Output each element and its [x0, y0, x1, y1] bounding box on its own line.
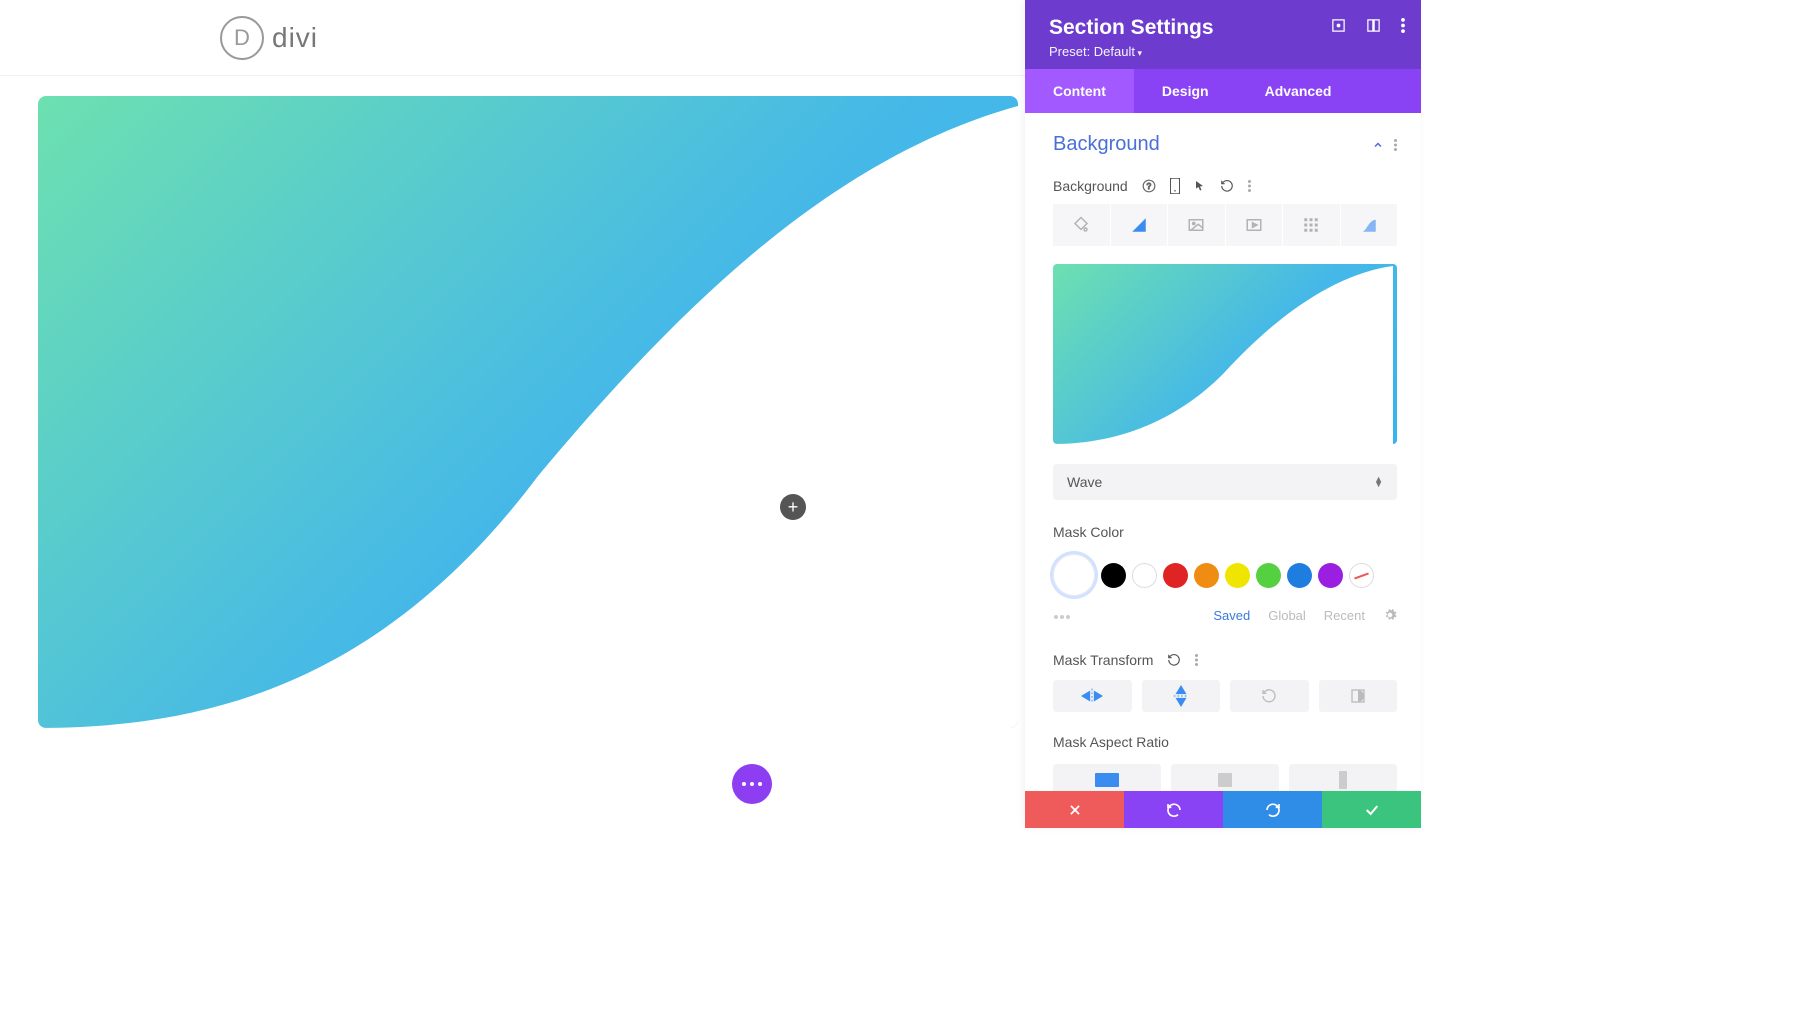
section-preview[interactable]: + [38, 96, 1018, 728]
logo-mark: D [220, 16, 264, 60]
undo-button[interactable] [1124, 791, 1223, 828]
invert-button[interactable] [1319, 680, 1398, 712]
accordion-background[interactable]: Background [1053, 133, 1397, 156]
swatch-blue[interactable] [1287, 563, 1312, 588]
page-actions-button[interactable] [732, 764, 772, 804]
cancel-button[interactable] [1025, 791, 1124, 828]
snap-icon[interactable] [1366, 18, 1381, 33]
chevron-up-icon[interactable] [1372, 139, 1384, 151]
palette-tab-global[interactable]: Global [1268, 608, 1306, 623]
bg-tab-color[interactable] [1053, 204, 1111, 246]
preset-dropdown[interactable]: Preset: Default [1049, 44, 1397, 59]
redo-button[interactable] [1223, 791, 1322, 828]
bg-tab-gradient[interactable] [1111, 204, 1169, 246]
mask-transform-row: Mask Transform [1053, 652, 1397, 668]
mask-style-value: Wave [1067, 474, 1102, 490]
swatch-none[interactable] [1349, 563, 1374, 588]
flip-horizontal-button[interactable] [1053, 680, 1132, 712]
more-icon[interactable] [1394, 138, 1397, 152]
panel-header: Section Settings Preset: Default [1025, 0, 1421, 69]
mask-color-label: Mask Color [1053, 524, 1397, 540]
tab-content[interactable]: Content [1025, 69, 1134, 113]
palette-more-button[interactable] [1053, 606, 1071, 624]
swatch-purple[interactable] [1318, 563, 1343, 588]
flip-vertical-button[interactable] [1142, 680, 1221, 712]
site-header: D divi [0, 0, 1025, 76]
palette-tab-recent[interactable]: Recent [1324, 608, 1365, 623]
reset-icon[interactable] [1220, 179, 1234, 193]
color-palette-toolbar: Saved Global Recent [1053, 606, 1397, 624]
bg-tab-image[interactable] [1168, 204, 1226, 246]
mask-style-select[interactable]: Wave ▲▼ [1053, 464, 1397, 500]
tab-advanced[interactable]: Advanced [1237, 69, 1360, 113]
viewport: D divi + [0, 0, 1025, 1025]
swatch-yellow[interactable] [1225, 563, 1250, 588]
help-icon[interactable]: ? [1142, 179, 1156, 193]
bg-type-tabs [1053, 204, 1397, 246]
swatch-selected[interactable] [1053, 554, 1095, 596]
bg-tab-video[interactable] [1226, 204, 1284, 246]
bg-tab-pattern[interactable] [1283, 204, 1341, 246]
phone-icon[interactable] [1170, 178, 1180, 194]
mask-preview [1053, 264, 1397, 444]
swatch-red[interactable] [1163, 563, 1188, 588]
svg-text:?: ? [1146, 182, 1151, 191]
more-icon[interactable] [1401, 18, 1405, 33]
add-row-button[interactable]: + [780, 494, 806, 520]
panel-body: Background Background ? Wave [1025, 113, 1421, 828]
gear-icon[interactable] [1383, 608, 1397, 622]
reset-icon[interactable] [1167, 653, 1181, 667]
settings-panel: Section Settings Preset: Default Content… [1025, 0, 1421, 828]
panel-footer-actions [1025, 791, 1421, 828]
palette-tab-saved[interactable]: Saved [1213, 608, 1250, 623]
accordion-title: Background [1053, 133, 1160, 156]
mask-transform-buttons [1053, 680, 1397, 712]
mask-color-swatches [1053, 554, 1397, 596]
logo-text: divi [272, 22, 318, 54]
mask-aspect-label: Mask Aspect Ratio [1053, 734, 1397, 750]
mask-transform-label: Mask Transform [1053, 652, 1153, 668]
swatch-white[interactable] [1132, 563, 1157, 588]
panel-tabs: Content Design Advanced [1025, 69, 1421, 113]
background-label: Background [1053, 178, 1128, 194]
more-icon[interactable] [1195, 653, 1198, 667]
background-field-row: Background ? [1053, 178, 1397, 194]
bg-tab-mask[interactable] [1341, 204, 1398, 246]
save-button[interactable] [1322, 791, 1421, 828]
hover-icon[interactable] [1194, 179, 1206, 193]
rotate-button[interactable] [1230, 680, 1309, 712]
swatch-orange[interactable] [1194, 563, 1219, 588]
expand-icon[interactable] [1331, 18, 1346, 33]
chevron-updown-icon: ▲▼ [1374, 477, 1383, 488]
more-icon[interactable] [1248, 179, 1251, 193]
swatch-black[interactable] [1101, 563, 1126, 588]
swatch-green[interactable] [1256, 563, 1281, 588]
tab-design[interactable]: Design [1134, 69, 1237, 113]
